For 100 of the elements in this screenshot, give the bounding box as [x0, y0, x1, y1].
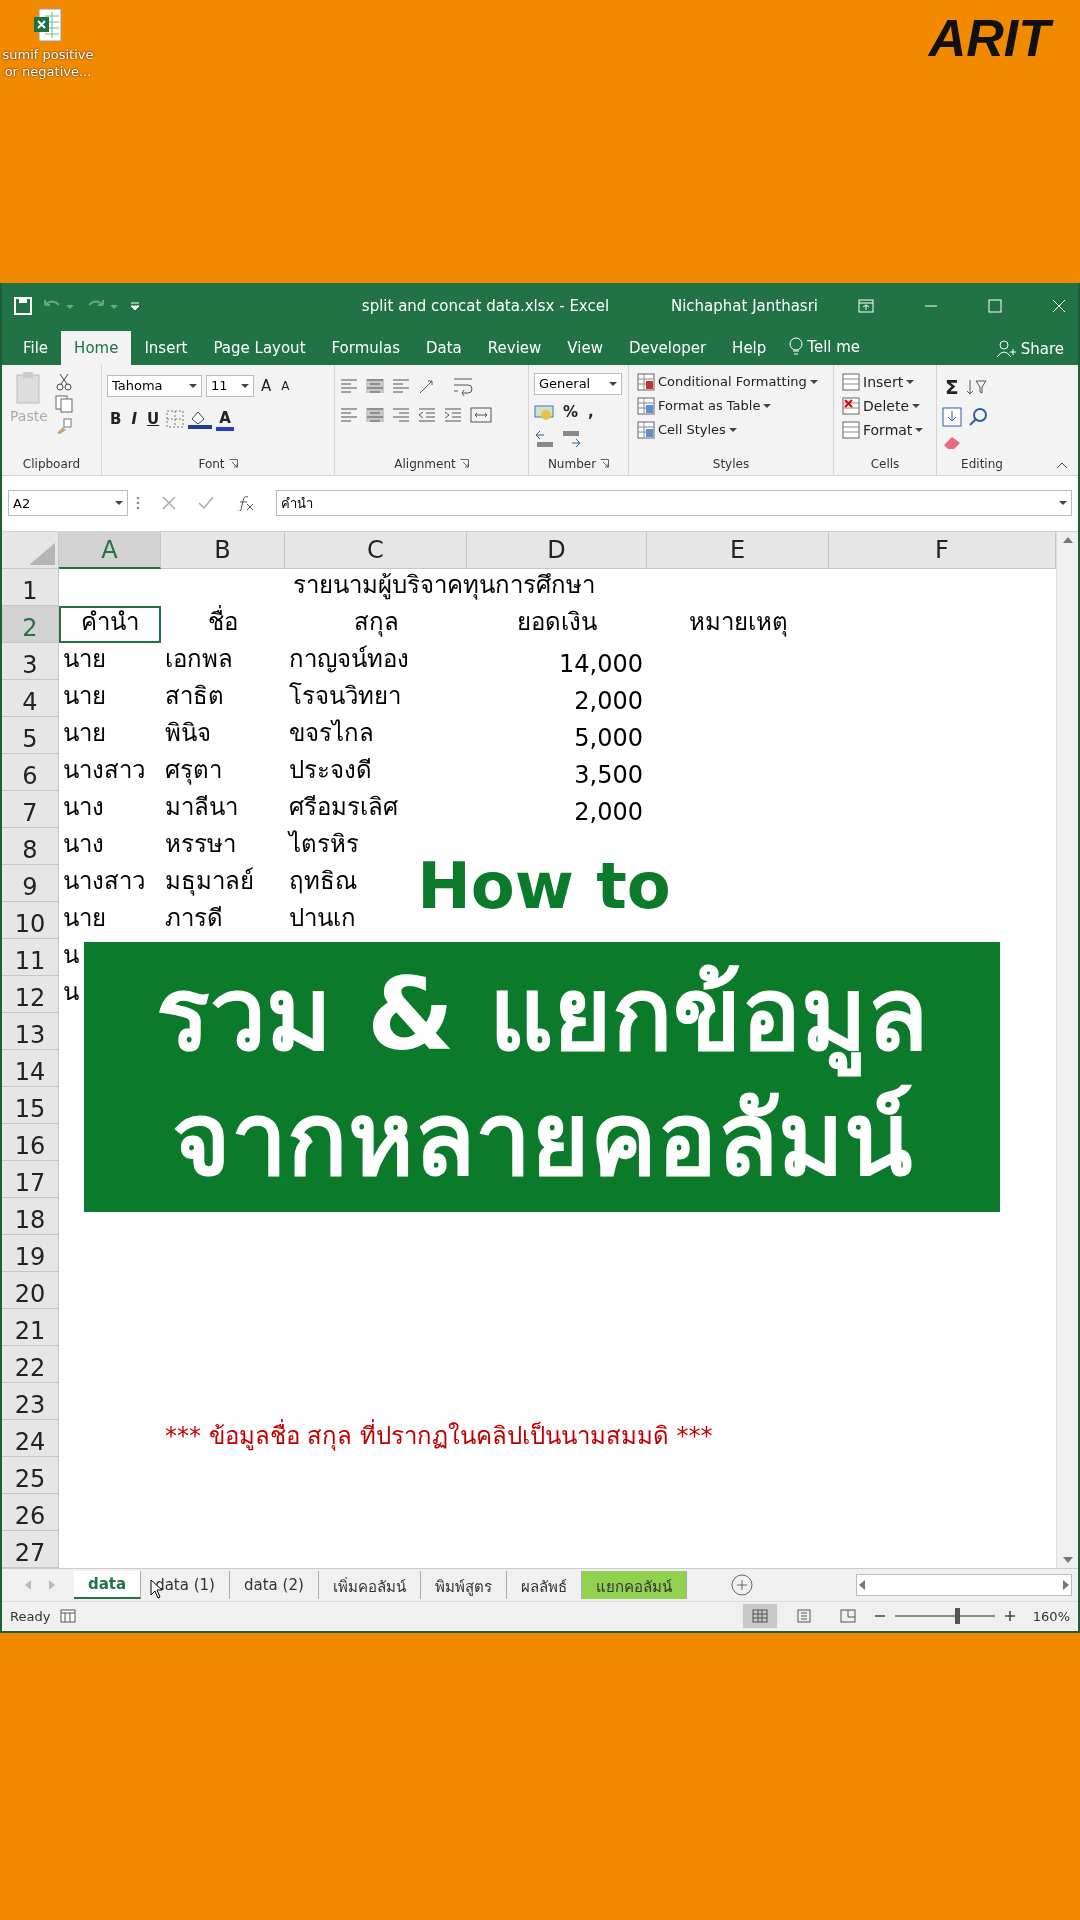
caret-icon[interactable] [189, 383, 197, 389]
comma-button[interactable]: , [585, 401, 597, 423]
dialog-launcher-icon[interactable] [600, 459, 610, 469]
sheet-tab[interactable]: data (2) [229, 1571, 319, 1599]
name-box[interactable]: A2 [8, 490, 128, 517]
ribbon-tab[interactable]: Home [61, 331, 132, 365]
sheet-tab[interactable]: data [74, 1571, 142, 1599]
add-sheet-icon[interactable] [730, 1574, 753, 1596]
column-header[interactable]: F [829, 532, 1056, 570]
style-menu-button[interactable]: Format as Table [634, 395, 828, 417]
ribbon-tab[interactable]: Insert [131, 331, 201, 365]
column-header[interactable]: B [161, 532, 285, 570]
row-header[interactable]: 4 [2, 680, 59, 718]
scroll-up-icon[interactable] [1062, 536, 1073, 545]
caret-icon[interactable] [241, 383, 249, 389]
macro-record-icon[interactable] [60, 1609, 77, 1624]
ribbon-tab[interactable]: Help [719, 331, 780, 365]
more-options-icon[interactable] [136, 496, 140, 511]
row-header[interactable]: 11 [2, 939, 59, 977]
scroll-down-icon[interactable] [1062, 1556, 1073, 1565]
cells-menu-button[interactable]: Format [839, 419, 931, 441]
row-header[interactable]: 9 [2, 865, 59, 903]
cells-menu-button[interactable]: Insert [839, 371, 931, 393]
caret-icon[interactable] [809, 379, 818, 385]
caret-icon[interactable] [609, 381, 617, 387]
row-header[interactable]: 2 [2, 606, 59, 644]
merge-cells-icon[interactable] [470, 407, 492, 423]
spreadsheet-file-icon[interactable] [33, 8, 63, 42]
scroll-left-icon[interactable] [859, 1580, 865, 1590]
caret-icon[interactable] [115, 500, 123, 507]
ribbon-tab[interactable]: Page Layout [200, 331, 319, 365]
shrink-font-button[interactable]: A [278, 377, 293, 395]
horizontal-scrollbar[interactable] [856, 1574, 1072, 1596]
row-header[interactable]: 19 [2, 1235, 59, 1273]
row-header[interactable]: 14 [2, 1050, 59, 1088]
row-header[interactable]: 7 [2, 791, 59, 829]
scissors-icon[interactable] [54, 373, 73, 391]
sheet-tab[interactable]: แยกคอลัมน์ [581, 1571, 687, 1599]
customize-toolbar-icon[interactable] [130, 301, 140, 311]
row-header[interactable]: 10 [2, 902, 59, 940]
row-header[interactable]: 13 [2, 1013, 59, 1051]
row-header[interactable]: 26 [2, 1494, 59, 1532]
caret-icon[interactable] [906, 379, 915, 385]
wrap-text-icon[interactable] [452, 375, 474, 397]
row-header[interactable]: 21 [2, 1309, 59, 1347]
column-header[interactable]: E [647, 532, 829, 570]
align-right-icon[interactable] [392, 408, 410, 422]
cells-menu-button[interactable]: Delete [839, 395, 931, 417]
sheet-tab[interactable]: เพิ่มคอลัมน์ [318, 1571, 421, 1599]
ribbon-display-icon[interactable] [858, 299, 874, 313]
ribbon-tab[interactable]: Data [413, 331, 475, 365]
row-header[interactable]: 17 [2, 1161, 59, 1199]
number-format-field[interactable]: General [534, 373, 622, 395]
row-header[interactable]: 18 [2, 1198, 59, 1236]
tell-me-button[interactable]: Tell me [779, 329, 871, 365]
dialog-launcher-icon[interactable] [228, 459, 238, 469]
save-icon[interactable] [14, 297, 32, 315]
caret-icon[interactable] [728, 427, 737, 433]
row-header[interactable]: 22 [2, 1346, 59, 1384]
row-header[interactable]: 12 [2, 976, 59, 1014]
enter-icon[interactable] [198, 496, 214, 511]
underline-button[interactable]: U [144, 408, 163, 430]
italic-button[interactable]: I [128, 408, 141, 430]
formula-field[interactable]: คำนำ [276, 490, 1072, 517]
cancel-icon[interactable] [162, 496, 176, 511]
zoom-level[interactable]: 160% [1032, 1608, 1070, 1624]
sheet-tab[interactable]: พิมพ์สูตร [420, 1571, 507, 1599]
ribbon-tab[interactable]: View [554, 331, 616, 365]
collapse-ribbon-icon[interactable] [1056, 460, 1068, 469]
fill-color-icon[interactable] [188, 409, 213, 429]
grow-font-button[interactable]: A [258, 375, 275, 397]
sort-filter-icon[interactable] [965, 378, 988, 396]
accounting-icon[interactable] [534, 403, 556, 421]
fill-down-icon[interactable] [942, 407, 964, 427]
ribbon-tab[interactable]: Review [474, 331, 555, 365]
align-bottom-icon[interactable] [392, 379, 410, 393]
row-header[interactable]: 27 [2, 1531, 59, 1569]
row-header[interactable]: 20 [2, 1272, 59, 1310]
ribbon-tab[interactable]: Formulas [318, 331, 413, 365]
percent-button[interactable]: % [560, 401, 582, 423]
dialog-launcher-icon[interactable] [459, 459, 469, 469]
decrease-decimal-icon[interactable] [560, 429, 582, 449]
search-icon[interactable] [968, 407, 988, 427]
row-header[interactable]: 23 [2, 1383, 59, 1421]
insert-function-icon[interactable] [236, 495, 254, 512]
caret-icon[interactable] [763, 403, 772, 409]
caret-icon[interactable] [915, 427, 924, 433]
font-color-button[interactable]: A [216, 407, 234, 431]
share-button[interactable]: Share [981, 333, 1078, 365]
ribbon-tab[interactable]: File [10, 331, 62, 365]
align-left-icon[interactable] [340, 408, 358, 422]
column-header[interactable]: A [59, 532, 161, 570]
font-size-field[interactable]: 11 [206, 375, 254, 397]
column-header[interactable]: C [285, 532, 467, 570]
row-header[interactable]: 6 [2, 754, 59, 792]
caret-icon[interactable] [912, 403, 920, 409]
normal-view-button[interactable] [742, 1604, 777, 1629]
decrease-indent-icon[interactable] [418, 408, 436, 422]
style-menu-button[interactable]: Cell Styles [634, 419, 828, 441]
column-header[interactable]: D [467, 532, 647, 570]
